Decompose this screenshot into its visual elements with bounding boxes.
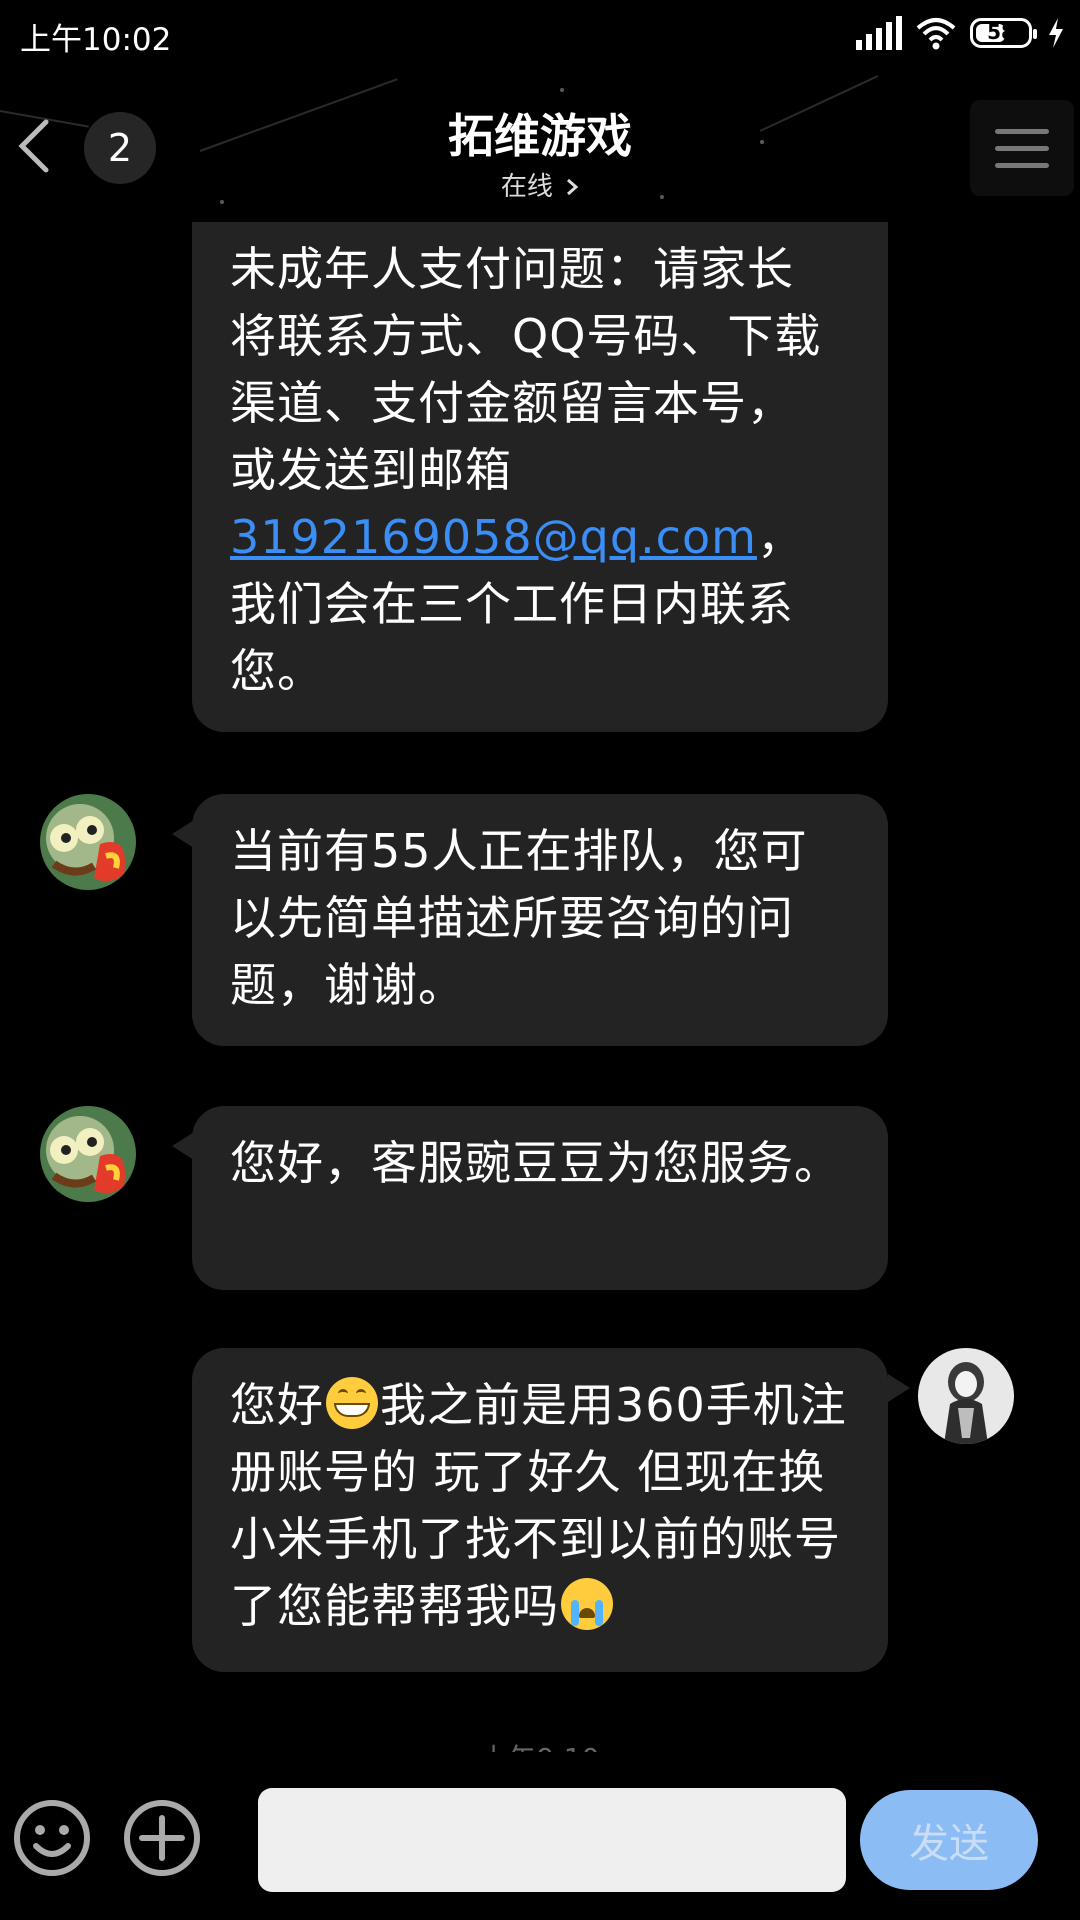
user-avatar[interactable] bbox=[918, 1348, 1014, 1444]
chat-header: 2 拓维游戏 在线 bbox=[0, 70, 1080, 222]
grin-emoji-icon bbox=[326, 1377, 378, 1429]
battery-icon: 58 bbox=[970, 18, 1037, 48]
charging-icon bbox=[1049, 18, 1063, 48]
wifi-icon bbox=[916, 18, 956, 50]
message-text: 未成年人支付问题：请家长将联系方式、QQ号码、下载渠道、支付金额留言本号，或发送… bbox=[230, 242, 822, 497]
send-button[interactable]: 发送 bbox=[860, 1790, 1038, 1890]
zombie-avatar-icon bbox=[40, 794, 136, 890]
message-bubble-user: 您好 我之前是用360手机注册账号的 玩了好久 但现在换小米手机了找不到以前的账号… bbox=[192, 1348, 888, 1672]
status-icons: 58 bbox=[856, 16, 1066, 50]
plus-circle-icon[interactable] bbox=[122, 1798, 202, 1878]
crying-emoji-icon bbox=[561, 1578, 613, 1630]
message-text: 当前有55人正在排队，您可以先简单描述所要咨询的问题，谢谢。 bbox=[230, 824, 808, 1012]
battery-level: 58 bbox=[987, 20, 1015, 44]
status-bar: 上午10:02 58 bbox=[0, 0, 1080, 70]
online-status[interactable]: 在线 bbox=[0, 166, 1080, 203]
message-bubble-agent: 您好，客服豌豆豆为您服务。 bbox=[192, 1106, 888, 1290]
message-text: 您好 bbox=[230, 1378, 324, 1432]
signal-icon bbox=[856, 16, 902, 50]
chat-title: 拓维游戏 bbox=[448, 109, 632, 163]
chevron-right-icon bbox=[567, 178, 579, 196]
smiley-icon[interactable] bbox=[12, 1798, 92, 1878]
user-avatar-icon bbox=[918, 1348, 1014, 1444]
message-timestamp: 上午9:10 bbox=[0, 1737, 1080, 1752]
message-bubble-agent: 当前有55人正在排队，您可以先简单描述所要咨询的问题，谢谢。 bbox=[192, 794, 888, 1046]
message-bubble-agent: 未成年人支付问题：请家长将联系方式、QQ号码、下载渠道、支付金额留言本号，或发送… bbox=[192, 222, 888, 732]
message-input[interactable] bbox=[258, 1788, 846, 1892]
status-time: 上午10:02 bbox=[20, 22, 172, 58]
message-text: 您好，客服豌豆豆为您服务。 bbox=[230, 1136, 841, 1190]
menu-button[interactable] bbox=[970, 100, 1074, 196]
hamburger-menu-icon bbox=[995, 128, 1049, 134]
agent-avatar[interactable] bbox=[40, 794, 136, 890]
email-link[interactable]: 3192169058@qq.com bbox=[230, 510, 757, 564]
online-status-label: 在线 bbox=[500, 172, 553, 202]
zombie-avatar-icon bbox=[40, 1106, 136, 1202]
agent-avatar[interactable] bbox=[40, 1106, 136, 1202]
chat-message-list[interactable]: 未成年人支付问题：请家长将联系方式、QQ号码、下载渠道、支付金额留言本号，或发送… bbox=[0, 222, 1080, 1752]
input-bar: 发送 bbox=[0, 1752, 1080, 1920]
